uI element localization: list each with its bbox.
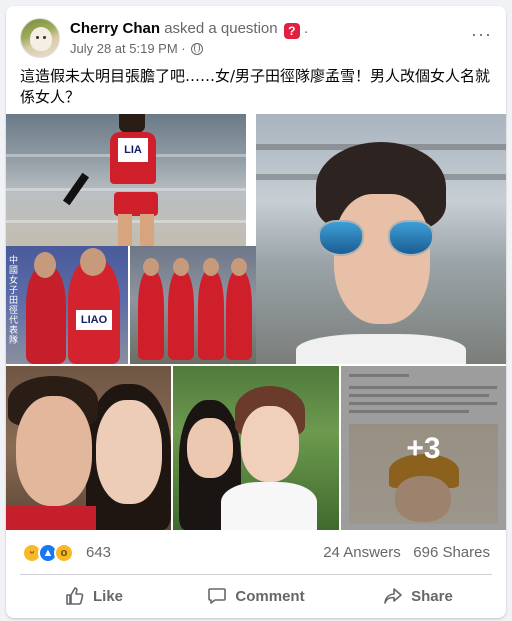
share-button[interactable]: Share: [338, 578, 498, 614]
dog-avatar-icon: [30, 27, 52, 51]
comment-bubble-icon: [208, 588, 227, 604]
wow-reaction-icon: o: [54, 543, 74, 563]
more-photos-count: +3: [406, 432, 441, 465]
person-face: [241, 406, 299, 482]
race-bib: LIA: [118, 138, 148, 162]
post-timestamp[interactable]: July 28 at 5:19 PM: [70, 41, 178, 56]
question-icon: ?: [283, 23, 300, 39]
photo-couple-selfie[interactable]: [6, 366, 171, 530]
post-stats: 24 Answers 696 Shares: [323, 544, 490, 561]
post-meta: July 28 at 5:19 PM ·: [70, 41, 204, 56]
person-face: [334, 194, 430, 324]
photo-two-athletes[interactable]: 中國女子田徑代表隊 LIAO: [6, 246, 128, 364]
globe-icon[interactable]: [191, 43, 204, 55]
sunglasses-lens: [318, 220, 364, 256]
reaction-count[interactable]: 643: [86, 544, 111, 561]
footer-divider: [20, 574, 492, 575]
person-face: [96, 400, 162, 504]
comment-button[interactable]: Comment: [176, 578, 336, 614]
more-options-button[interactable]: ···: [471, 24, 492, 45]
photo-sunglasses-selfie[interactable]: [256, 114, 506, 364]
post-text: 這造假未太明目張膽了吧……女/男子田徑隊廖孟雪！男人改個女人名就係女人？: [20, 67, 491, 106]
vertical-caption: 中國女子田徑代表隊: [9, 256, 19, 346]
athlete-figure: [119, 114, 145, 134]
thumbs-up-icon: [66, 587, 84, 605]
like-button[interactable]: Like: [14, 578, 174, 614]
meta-separator: ·: [181, 41, 186, 56]
share-arrow-icon: [384, 588, 402, 604]
comment-label: Comment: [235, 587, 305, 605]
person-face: [16, 396, 92, 506]
post-header: Cherry Chan asked a question ? .: [70, 20, 308, 39]
author-avatar[interactable]: [20, 18, 60, 58]
answers-count[interactable]: 24 Answers: [323, 544, 401, 561]
photo-more-overlay[interactable]: +3: [341, 366, 506, 530]
photo-athlete-running[interactable]: LIA: [6, 114, 246, 246]
post-action: asked a question: [164, 20, 278, 37]
sunglasses-lens: [388, 220, 434, 256]
header-trailing: .: [303, 20, 309, 37]
shares-count[interactable]: 696 Shares: [413, 544, 490, 561]
author-name[interactable]: Cherry Chan: [70, 20, 160, 37]
share-label: Share: [411, 587, 453, 605]
race-bib: LIAO: [76, 310, 112, 330]
photo-relay-team[interactable]: [130, 246, 256, 364]
photo-couple-outdoors[interactable]: [173, 366, 339, 530]
post-card: Cherry Chan asked a question ? . July 28…: [6, 6, 506, 618]
like-label: Like: [92, 587, 123, 605]
